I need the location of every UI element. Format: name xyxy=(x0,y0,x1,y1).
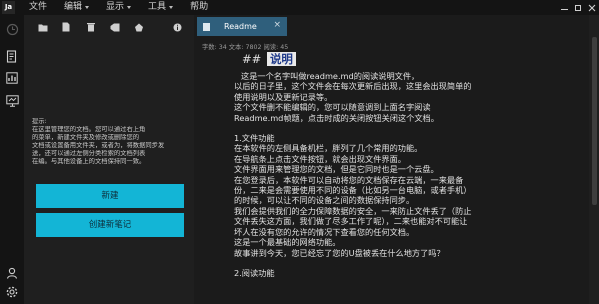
doc-line: 在您登录后，本软件可以自动将您的文档保存在云端，一来最备 xyxy=(234,174,464,185)
heading-marker: ## xyxy=(242,52,262,66)
tab-label: Readme xyxy=(224,22,257,31)
doc-line: 1.文件功能 xyxy=(234,133,275,144)
tip-line: 文档或设置备用文件夹，或者为，将数据同步发 xyxy=(32,142,165,149)
menu-bar: 文件 编辑 显示 工具 帮助 xyxy=(29,0,225,15)
statistics-icon[interactable] xyxy=(5,71,19,85)
doc-heading: ## 说明 xyxy=(242,51,582,67)
minimize-button[interactable] xyxy=(557,0,571,15)
activity-bar xyxy=(0,15,24,304)
menu-help[interactable]: 帮助 xyxy=(190,0,208,15)
maximize-icon xyxy=(575,4,581,11)
doc-line: 在导航条上点击文件按钮，就会出现文件界面。 xyxy=(234,153,406,164)
folder-icon[interactable] xyxy=(38,21,48,33)
file-panel: 提示: 在这里管理您的文档。您可以通过右上角 的菜单，新建文件夹及修改或删除您的… xyxy=(24,15,194,304)
chevron-down-icon xyxy=(127,6,132,9)
tab-readme[interactable]: Readme × xyxy=(197,17,287,36)
menu-tools[interactable]: 工具 xyxy=(148,0,174,15)
editor-panel: Readme × 字数: 34 文本: 7802 阅读: 45 ## 说明 这是… xyxy=(194,15,599,304)
document-icon xyxy=(203,22,210,31)
doc-line: 文件丢失这方面，我们做了尽多工作了呢），二来也能对不可能让 xyxy=(234,216,468,227)
window-controls xyxy=(557,0,599,15)
settings-icon[interactable] xyxy=(5,285,19,299)
doc-line: 的时候，可以让不同的设备之间的数据保持同步。 xyxy=(234,195,415,206)
menu-edit[interactable]: 编辑 xyxy=(64,0,90,15)
doc-line: 我们会提供我们的全力保障数据的安全，一来防止文件丢了（防止 xyxy=(234,205,472,216)
scrollbar-thumb[interactable] xyxy=(592,37,597,205)
close-icon xyxy=(588,4,596,11)
menu-tools-label: 工具 xyxy=(148,2,167,12)
tip-line: 提示: xyxy=(32,118,47,125)
document-stats: 字数: 34 文本: 7802 阅读: 45 xyxy=(202,44,289,51)
doc-line: 这个文件删不能编辑的，您可以随意调到上面名字阅读 xyxy=(234,102,431,113)
menu-file-label: 文件 xyxy=(29,2,48,12)
doc-line: 坏人在没有您的允许的情况下查看您的任何文档。 xyxy=(234,226,415,237)
new-file-icon[interactable] xyxy=(61,21,71,33)
doc-line: 在本软件的左侧具备机栏，胖列了几个常用的功能。 xyxy=(234,143,423,154)
menu-view-label: 显示 xyxy=(106,2,125,12)
doc-line: 这是一个最基础的网络功能。 xyxy=(234,237,341,248)
doc-line: 使用说明以及更新记录等。 xyxy=(234,91,333,102)
editor-scrollbar[interactable] xyxy=(589,15,599,304)
file-toolbar xyxy=(24,18,194,36)
info-icon[interactable] xyxy=(172,21,182,33)
menu-help-label: 帮助 xyxy=(190,2,209,12)
chevron-down-icon xyxy=(169,6,174,9)
user-icon[interactable] xyxy=(5,266,19,280)
tip-line: 的菜单，新建文件夹及修改或删除您的 xyxy=(32,134,140,141)
share-icon[interactable] xyxy=(134,21,144,33)
new-button[interactable]: 新建 xyxy=(36,184,184,208)
doc-body: 这是一个名字叫做readme.md的阅读说明文件， 以后的日子里，这个文件会在每次… xyxy=(234,71,582,278)
doc-line: 份，二来是会需要使用不同的设备（比如另一台电脑，或者手机） xyxy=(234,185,472,196)
markdown-editor[interactable]: ## 说明 这是一个名字叫做readme.md的阅读说明文件， 以后的日子里，这个… xyxy=(234,51,582,304)
tip-line: 在这里管理您的文档。您可以通过右上角 xyxy=(32,126,146,133)
create-note-button[interactable]: 创建新笔记 xyxy=(36,213,184,237)
heading-text: 说明 xyxy=(266,52,296,66)
tab-bar: Readme × xyxy=(194,15,589,37)
doc-line: Readme.md帧题，点击时成的关闭按钮关闭这个文档。 xyxy=(234,112,439,123)
chevron-down-icon xyxy=(85,6,90,9)
title-bar: Ja 文件 编辑 显示 工具 帮助 xyxy=(0,0,599,15)
doc-line: 文件界面用来管理您的文档，但是它同时也是一个云盘。 xyxy=(234,164,439,175)
doc-line: 故事讲到今天，您已经忘了您的U盘被丢在什么地方了吗？ xyxy=(234,247,445,258)
documents-icon[interactable] xyxy=(5,49,19,63)
menu-edit-label: 编辑 xyxy=(64,2,83,12)
doc-line: 2.阅读功能 xyxy=(234,267,275,278)
help-tip: 提示: 在这里管理您的文档。您可以通过右上角 的菜单，新建文件夹及修改或删除您的… xyxy=(32,118,188,166)
history-icon[interactable] xyxy=(5,22,19,36)
doc-line: 以后的日子里，这个文件会在每次更新后出现，这里会出现简单的 xyxy=(234,81,472,92)
app-logo: Ja xyxy=(2,1,15,14)
menu-view[interactable]: 显示 xyxy=(106,0,132,15)
minimize-icon xyxy=(560,9,568,10)
monitor-icon[interactable] xyxy=(5,94,19,108)
tip-line: 送，还可以通过左侧分类检索的文档列表 xyxy=(32,150,146,157)
maximize-button[interactable] xyxy=(571,0,585,15)
tag-icon[interactable] xyxy=(110,21,120,33)
tab-close-icon[interactable]: × xyxy=(273,20,281,30)
doc-line: 这是一个名字叫做readme.md的阅读说明文件， xyxy=(241,71,420,81)
tip-line: 在编。与其他设备上的文档保持同一致。 xyxy=(32,158,146,165)
delete-icon[interactable] xyxy=(86,21,96,33)
close-button[interactable] xyxy=(585,0,599,15)
menu-file[interactable]: 文件 xyxy=(29,0,47,15)
